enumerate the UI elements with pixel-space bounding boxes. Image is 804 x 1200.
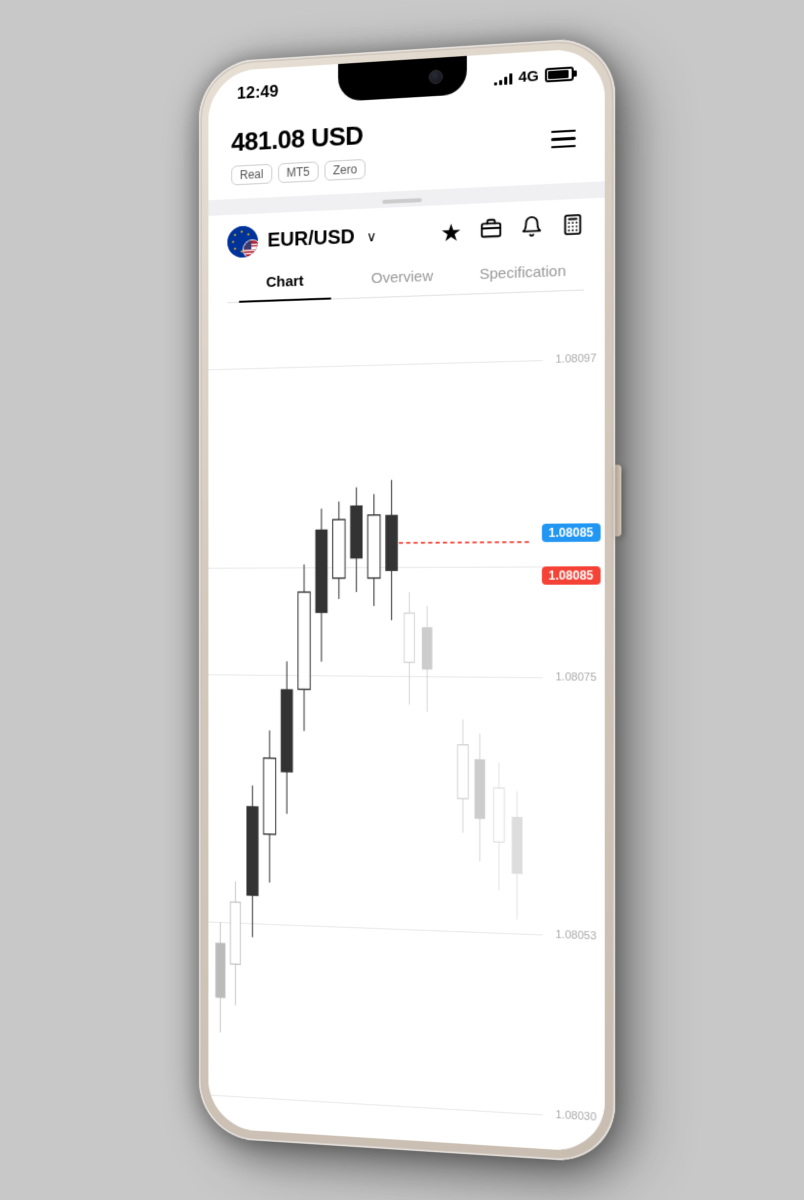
- pair-chevron-icon[interactable]: ∨: [367, 228, 377, 245]
- menu-button[interactable]: [547, 125, 580, 153]
- chart-header: ★ ★ ★ ★ ★ ★ ★ ★: [208, 198, 604, 304]
- briefcase-icon[interactable]: [480, 217, 502, 246]
- signal-bar-2: [499, 80, 502, 85]
- currency-flag: ★ ★ ★ ★ ★ ★ ★ ★: [227, 225, 258, 258]
- pair-row: ★ ★ ★ ★ ★ ★ ★ ★: [227, 211, 584, 258]
- signal-bars: [494, 70, 512, 85]
- hamburger-line-1: [551, 129, 576, 133]
- signal-bar-3: [504, 77, 507, 85]
- tab-specification[interactable]: Specification: [462, 252, 584, 294]
- svg-text:★: ★: [240, 229, 244, 234]
- signal-bar-1: [494, 82, 497, 85]
- phone-device: 12:49 4G: [199, 36, 615, 1163]
- pair-left[interactable]: ★ ★ ★ ★ ★ ★ ★ ★: [227, 220, 376, 258]
- svg-text:★: ★: [233, 246, 237, 251]
- tag-zero[interactable]: Zero: [324, 159, 366, 181]
- battery-fill: [548, 70, 568, 79]
- eu-flag: ★ ★ ★ ★ ★ ★ ★ ★: [227, 225, 258, 258]
- tag-real[interactable]: Real: [231, 164, 272, 186]
- pair-name: EUR/USD: [267, 226, 354, 252]
- battery-icon: [545, 66, 574, 82]
- hamburger-line-3: [551, 145, 576, 149]
- tag-mt5[interactable]: MT5: [278, 161, 319, 183]
- hamburger-line-2: [551, 137, 576, 141]
- svg-text:★: ★: [233, 232, 237, 237]
- account-info: 481.08 USD Real MT5 Zero: [231, 120, 366, 185]
- pair-actions: ★: [440, 212, 584, 248]
- tab-chart[interactable]: Chart: [227, 261, 343, 302]
- svg-text:★: ★: [231, 239, 235, 244]
- tab-overview[interactable]: Overview: [343, 257, 462, 298]
- candlestick-chart: [208, 290, 604, 1153]
- network-type: 4G: [518, 67, 538, 85]
- chart-area[interactable]: 1.08097 1.08075 1.08053 1.08030 1.08085 …: [208, 290, 604, 1153]
- bell-icon[interactable]: [520, 215, 542, 244]
- svg-text:★: ★: [247, 232, 251, 237]
- account-balance: 481.08 USD: [231, 120, 366, 158]
- camera: [429, 69, 443, 84]
- calculator-icon[interactable]: [561, 213, 584, 243]
- handle-bar: [382, 198, 422, 204]
- account-tags: Real MT5 Zero: [231, 159, 366, 186]
- notch: [338, 56, 467, 102]
- screen: 12:49 4G: [208, 47, 604, 1153]
- us-flag: [243, 239, 258, 258]
- status-icons: 4G: [494, 65, 574, 87]
- status-time: 12:49: [237, 82, 279, 104]
- phone-body: 12:49 4G: [199, 36, 615, 1163]
- favorite-icon[interactable]: ★: [440, 218, 462, 248]
- signal-bar-4: [509, 73, 512, 84]
